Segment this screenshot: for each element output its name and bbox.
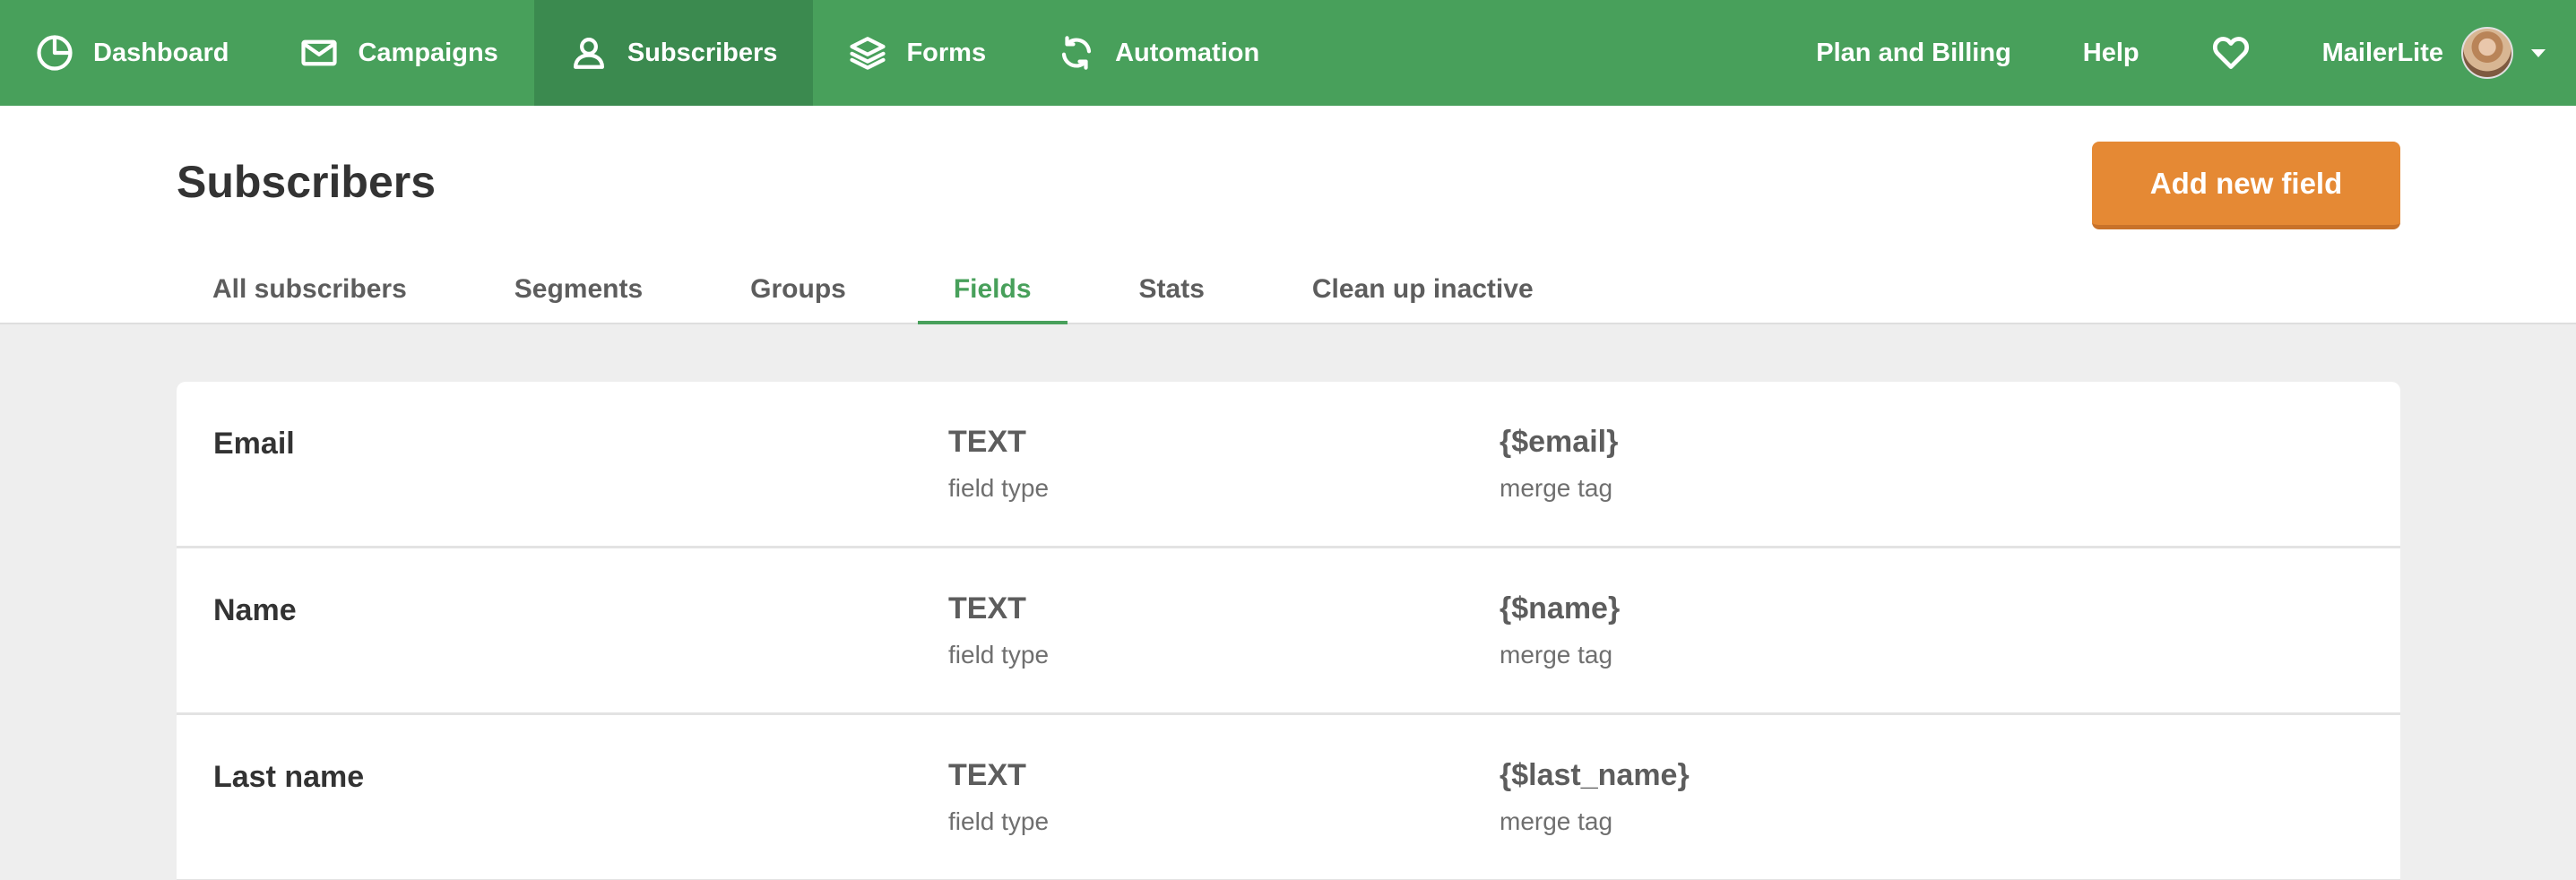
nav-item-label: Automation: [1115, 38, 1260, 67]
user-icon: [570, 34, 608, 72]
merge-tag-caption: merge tag: [1500, 807, 1613, 835]
field-row-last-name[interactable]: Last name TEXT field type {$last_name} m…: [177, 715, 2400, 880]
nav-item-subscribers[interactable]: Subscribers: [533, 0, 814, 106]
account-name: MailerLite: [2321, 38, 2443, 67]
merge-tag-column: {$email} merge tag: [1500, 425, 1618, 503]
fields-list: Email TEXT field type {$email} merge tag…: [177, 382, 2400, 880]
nav-item-automation[interactable]: Automation: [1022, 0, 1295, 106]
merge-tag-caption: merge tag: [1500, 474, 1613, 502]
chevron-down-icon: [2531, 48, 2546, 57]
field-name: Email: [213, 427, 295, 461]
account-menu[interactable]: MailerLite: [2322, 27, 2546, 79]
tab-segments[interactable]: Segments: [479, 258, 679, 323]
merge-tag-column: {$last_name} merge tag: [1500, 758, 1690, 836]
field-type-column: TEXT field type: [948, 425, 1049, 503]
field-type-column: TEXT field type: [948, 758, 1049, 836]
field-type-caption: field type: [948, 807, 1050, 835]
field-name: Last name: [213, 760, 365, 794]
nav-item-label: Subscribers: [627, 38, 778, 67]
subscriber-tabs: All subscribers Segments Groups Fields S…: [177, 258, 1605, 324]
help-link[interactable]: Help: [2083, 39, 2139, 68]
merge-tag-value: {$name}: [1500, 591, 1621, 625]
layers-icon: [849, 34, 886, 72]
field-type-value: TEXT: [948, 758, 1026, 792]
avatar: [2461, 27, 2513, 79]
nav-item-label: Forms: [906, 38, 987, 67]
plan-billing-link[interactable]: Plan and Billing: [1816, 39, 2011, 68]
field-type-value: TEXT: [948, 425, 1026, 459]
field-type-caption: field type: [948, 641, 1050, 669]
tab-stats[interactable]: Stats: [1103, 258, 1240, 323]
add-new-field-button[interactable]: Add new field: [2092, 142, 2400, 229]
field-type-value: TEXT: [948, 591, 1026, 625]
main-nav: Dashboard Campaigns Subscribers Forms Au…: [0, 0, 1295, 106]
merge-tag-caption: merge tag: [1500, 641, 1613, 669]
nav-item-dashboard[interactable]: Dashboard: [0, 0, 264, 106]
pie-chart-icon: [36, 34, 73, 72]
page-title: Subscribers: [177, 157, 437, 207]
tab-fields[interactable]: Fields: [917, 258, 1068, 324]
top-navigation-bar: Dashboard Campaigns Subscribers Forms Au…: [0, 0, 2576, 106]
field-row-name[interactable]: Name TEXT field type {$name} merge tag: [177, 548, 2400, 715]
merge-tag-value: {$email}: [1500, 425, 1619, 459]
nav-item-label: Dashboard: [93, 38, 229, 67]
field-row-email[interactable]: Email TEXT field type {$email} merge tag: [177, 382, 2400, 548]
page-header: Subscribers Add new field All subscriber…: [0, 106, 2576, 324]
field-name: Name: [213, 593, 297, 627]
tab-clean-up-inactive[interactable]: Clean up inactive: [1276, 258, 1569, 323]
field-type-column: TEXT field type: [948, 591, 1049, 669]
account-nav: Plan and Billing Help MailerLite: [1816, 0, 2576, 106]
nav-item-campaigns[interactable]: Campaigns: [264, 0, 533, 106]
tab-groups[interactable]: Groups: [714, 258, 882, 323]
nav-item-label: Campaigns: [358, 38, 498, 67]
merge-tag-value: {$last_name}: [1500, 758, 1690, 792]
nav-item-forms[interactable]: Forms: [813, 0, 1022, 106]
refresh-icon: [1058, 34, 1095, 72]
merge-tag-column: {$name} merge tag: [1500, 591, 1620, 669]
tab-all-subscribers[interactable]: All subscribers: [177, 258, 443, 323]
envelope-icon: [300, 34, 338, 72]
field-type-caption: field type: [948, 474, 1050, 502]
heart-icon[interactable]: [2211, 33, 2251, 73]
